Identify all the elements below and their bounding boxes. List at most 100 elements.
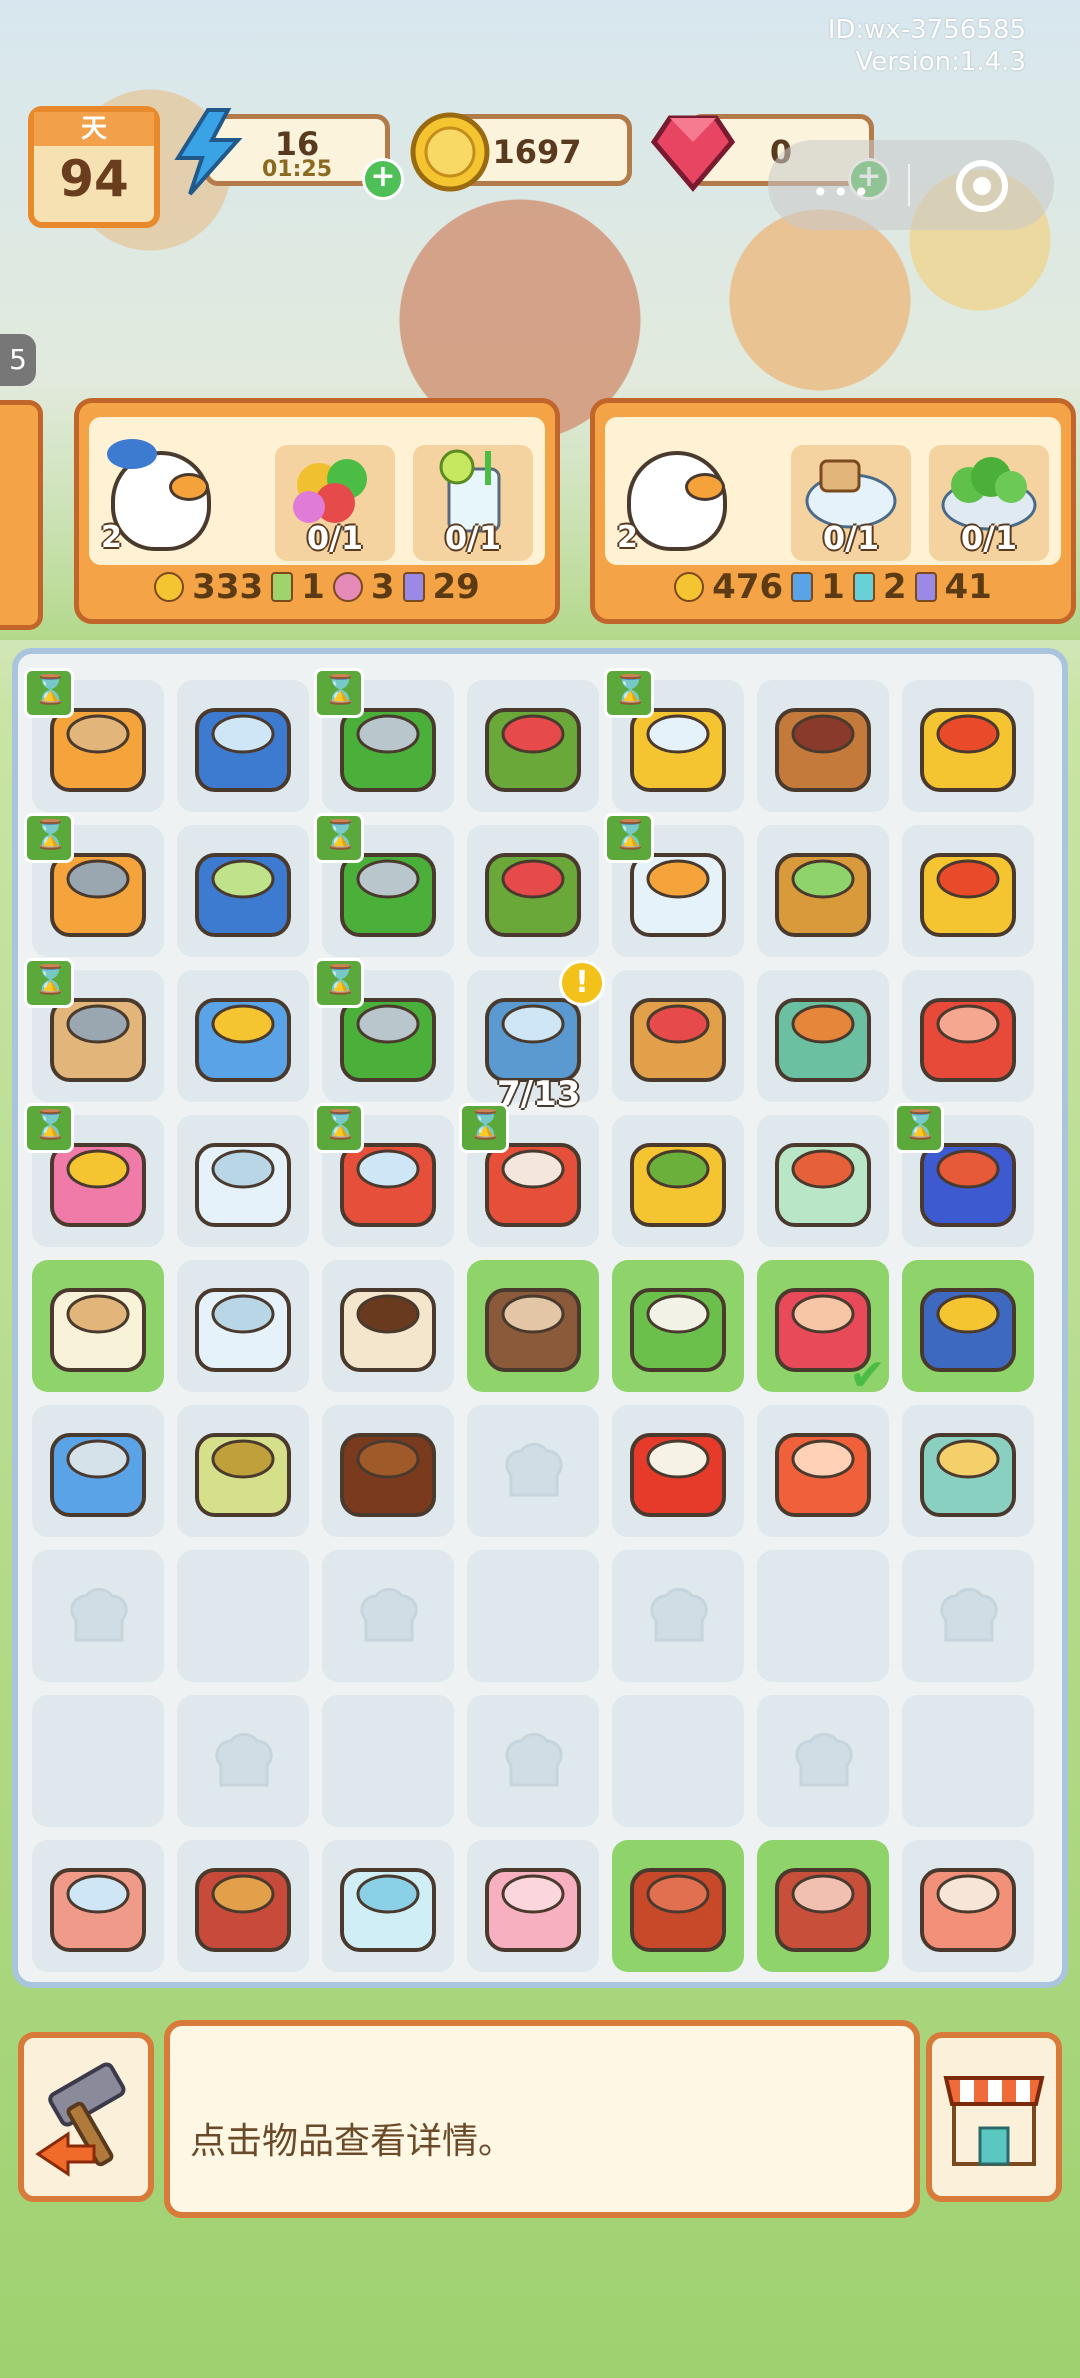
board-cell-bacon[interactable]: [757, 1840, 889, 1972]
glass-bowl-icon: [195, 1288, 291, 1372]
chef-hat-icon: [940, 1587, 998, 1642]
empty-slot[interactable]: [467, 1405, 599, 1537]
board-cell-meatballs[interactable]: [612, 1840, 744, 1972]
board-cell-fishing-reel[interactable]: [902, 970, 1034, 1102]
board-cell-ice-box[interactable]: [177, 970, 309, 1102]
sell-hammer-button[interactable]: [18, 2032, 154, 2202]
order-card[interactable]: 2 0/1 0/1 476 1 2 41: [590, 398, 1076, 624]
hourglass-icon: [459, 1103, 509, 1153]
empty-slot[interactable]: [757, 1695, 889, 1827]
board-cell-gold-bow-bag[interactable]: [902, 680, 1034, 812]
board-cell-stove[interactable]: [314, 668, 454, 812]
board-cell-vegetable-crate[interactable]: [612, 970, 744, 1102]
red-fish-icon: [775, 1433, 871, 1517]
coin-icon: [410, 112, 490, 192]
hourglass-icon: [314, 813, 364, 863]
blank-slot[interactable]: [322, 1695, 454, 1827]
pickle-jar-icon: [775, 1143, 871, 1227]
duck-customer-icon: 2: [101, 433, 221, 557]
board-cell-cutting-board[interactable]: [24, 958, 164, 1102]
board-cell-stove[interactable]: [314, 813, 454, 957]
board-cell-spice-rack[interactable]: [757, 680, 889, 812]
board-cell-gold-bow-bag[interactable]: [902, 825, 1034, 957]
order-slot[interactable]: 0/1: [275, 445, 395, 561]
raw-chicken-icon: [485, 1868, 581, 1952]
blank-slot[interactable]: [32, 1695, 164, 1827]
add-energy-button[interactable]: +: [362, 158, 404, 200]
board-cell-raw-chicken[interactable]: [467, 1840, 599, 1972]
board-cell-tuna[interactable]: [902, 1260, 1034, 1392]
tea-bag-icon: [195, 1433, 291, 1517]
gold-bow-bag-icon: [920, 708, 1016, 792]
empty-slot[interactable]: [612, 1550, 744, 1682]
item-info-text: 点击物品查看详情。: [190, 2121, 515, 2162]
board-cell-glass-cup[interactable]: [177, 1115, 309, 1247]
board-cell-blender[interactable]: [604, 668, 744, 812]
board-cell-vegetable-bowl[interactable]: [467, 825, 599, 957]
card-icon: [271, 572, 294, 602]
board-cell-cutting-board-cabinet[interactable]: [24, 668, 164, 812]
board-cell-stove[interactable]: [314, 958, 454, 1102]
empty-slot[interactable]: [322, 1550, 454, 1682]
board-cell-mushrooms[interactable]: [467, 1260, 599, 1392]
blank-slot[interactable]: [177, 1550, 309, 1682]
order-slot[interactable]: 0/1: [929, 445, 1049, 561]
order-slot[interactable]: 0/1: [413, 445, 533, 561]
order-panel: 2 0/1 0/1: [605, 417, 1061, 565]
order-card[interactable]: 2 0/1 0/1 333 1 3 29: [74, 398, 560, 624]
empty-slot[interactable]: [32, 1550, 164, 1682]
board-cell-fridge[interactable]: [177, 680, 309, 812]
coin-icon: [154, 572, 185, 602]
board-cell-roasting-pan[interactable]: [459, 1103, 599, 1247]
fruit-basket-icon: [485, 708, 581, 792]
board-cell-tin-can[interactable]: [32, 1405, 164, 1537]
board-cell-storage-box[interactable]: [757, 970, 889, 1102]
hourglass-icon: [314, 1103, 364, 1153]
board-cell-pot[interactable]: [314, 1103, 454, 1247]
board-cell-juicer[interactable]: [604, 813, 744, 957]
board-cell-fruit-basket[interactable]: [467, 680, 599, 812]
miniprogram-capsule[interactable]: •••: [768, 140, 1054, 230]
board-cell-lettuce-basket[interactable]: [757, 825, 889, 957]
blank-slot[interactable]: [902, 1695, 1034, 1827]
fridge-icon: [195, 708, 291, 792]
board-cell-fridge-open[interactable]: [177, 825, 309, 957]
board-cell-clam[interactable]: [902, 1405, 1034, 1537]
board-cell-oven[interactable]: [894, 1103, 1034, 1247]
empty-slot[interactable]: [467, 1695, 599, 1827]
board-cell-ham[interactable]: [902, 1840, 1034, 1972]
board-cell-chili-plate[interactable]: [612, 1405, 744, 1537]
side-tab[interactable]: 5: [0, 334, 36, 386]
board-cell-knife-cabinet[interactable]: [24, 813, 164, 957]
board-cell-milk-bottle[interactable]: [32, 1260, 164, 1392]
order-card-partial[interactable]: [0, 400, 43, 630]
clam-icon: [920, 1433, 1016, 1517]
board-cell-pickle-jar[interactable]: [757, 1115, 889, 1247]
board-cell-red-fish[interactable]: [757, 1405, 889, 1537]
close-target-icon[interactable]: [956, 160, 1008, 212]
blank-slot[interactable]: [612, 1695, 744, 1827]
board-cell-toaster[interactable]: ! 7/13: [467, 960, 605, 1114]
board-cell-microwave[interactable]: [24, 1103, 164, 1247]
order-slot[interactable]: 0/1: [791, 445, 911, 561]
board-cell-coffee-beans[interactable]: [322, 1405, 454, 1537]
shop-button[interactable]: [926, 2032, 1062, 2202]
empty-slot[interactable]: [177, 1695, 309, 1827]
board-cell-coffee-cup[interactable]: [322, 1260, 454, 1392]
chef-hat-icon: [505, 1442, 563, 1497]
reward-flowers: 3: [370, 567, 395, 607]
shop-icon: [943, 2076, 1045, 2166]
board-cell-scallions[interactable]: [612, 1260, 744, 1392]
board-cell-tea-bag[interactable]: [177, 1405, 309, 1537]
board-cell-glass-bowl[interactable]: [177, 1260, 309, 1392]
slot-count: 0/1: [444, 519, 502, 557]
board-cell-meat-case[interactable]: [32, 1840, 164, 1972]
blank-slot[interactable]: [467, 1550, 599, 1682]
board-cell-corn[interactable]: [612, 1115, 744, 1247]
board-cell-steak-board[interactable]: [177, 1840, 309, 1972]
board-cell-ice-cubes[interactable]: [322, 1840, 454, 1972]
board-cell-red-tea[interactable]: ✔: [757, 1260, 889, 1401]
more-menu-icon[interactable]: •••: [812, 176, 874, 209]
empty-slot[interactable]: [902, 1550, 1034, 1682]
blank-slot[interactable]: [757, 1550, 889, 1682]
